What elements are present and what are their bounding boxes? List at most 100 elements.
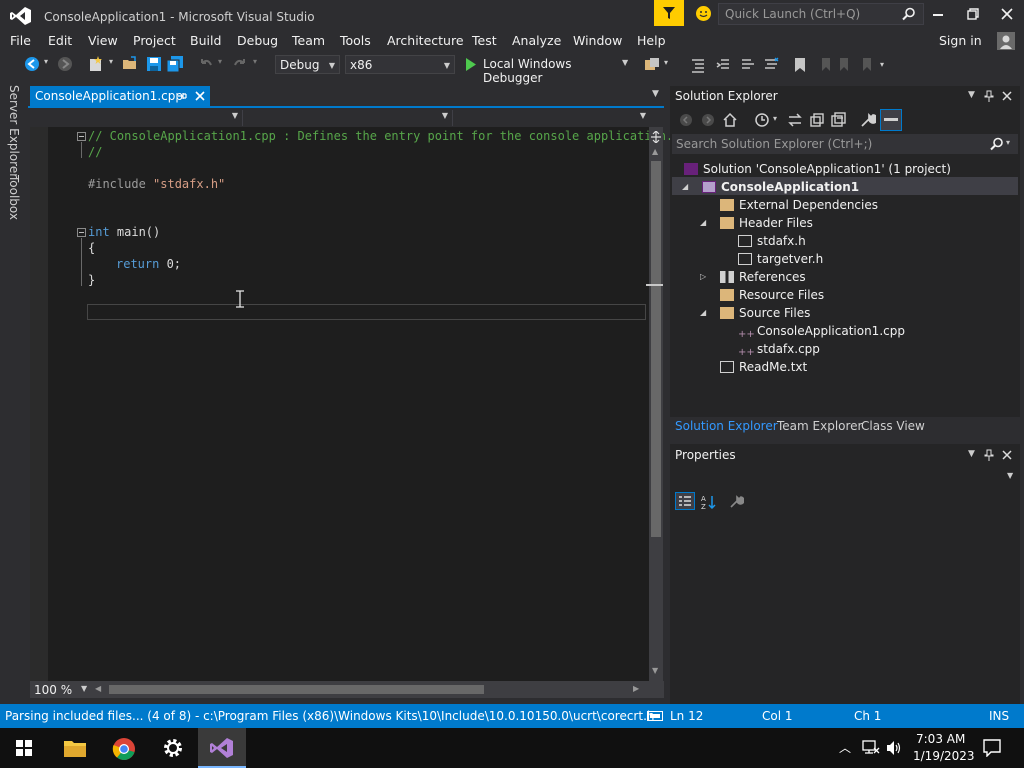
format-document-icon[interactable] xyxy=(690,57,706,73)
tree-targetver-h[interactable]: targetver.h xyxy=(738,250,823,268)
undo-icon[interactable] xyxy=(198,56,214,72)
menu-test[interactable]: Test xyxy=(472,33,497,48)
split-editor-icon[interactable] xyxy=(651,131,661,143)
alphabetical-sort-icon[interactable]: AZ xyxy=(701,494,717,510)
overflow-dropdown-icon[interactable]: ▾ xyxy=(664,58,668,67)
show-hidden-icons-icon[interactable]: ︿ xyxy=(839,739,851,756)
expand-icon[interactable]: ◢ xyxy=(682,182,688,191)
vertical-scroll-thumb[interactable] xyxy=(651,161,661,537)
pending-changes-filter-icon[interactable] xyxy=(754,112,770,128)
scope-dropdown[interactable]: ▼ xyxy=(244,110,453,126)
previous-bookmark-icon[interactable] xyxy=(816,57,832,73)
tree-stdafx-cpp[interactable]: ++ stdafx.cpp xyxy=(738,340,820,358)
tree-resource-files[interactable]: Resource Files xyxy=(720,286,824,304)
code-editor[interactable]: // ConsoleApplication1.cpp : Defines the… xyxy=(30,127,673,681)
save-icon[interactable] xyxy=(146,56,162,72)
glyph-margin[interactable] xyxy=(30,127,48,681)
scroll-up-icon[interactable]: ▲ xyxy=(652,147,658,156)
refresh-icon[interactable] xyxy=(809,112,825,128)
new-dropdown-icon[interactable]: ▾ xyxy=(109,57,113,66)
outline-collapse-icon[interactable] xyxy=(77,132,86,141)
search-icon[interactable] xyxy=(902,7,916,21)
clock-time[interactable]: 7:03 AM xyxy=(916,732,965,746)
quick-launch-input[interactable]: Quick Launch (Ctrl+Q) xyxy=(718,3,924,25)
close-panel-icon[interactable] xyxy=(1002,91,1012,101)
search-options-icon[interactable]: ▾ xyxy=(1006,138,1010,147)
horizontal-scroll-thumb[interactable] xyxy=(109,685,484,694)
tab-solution-explorer[interactable]: Solution Explorer xyxy=(675,419,778,433)
tree-solution[interactable]: Solution 'ConsoleApplication1' (1 projec… xyxy=(684,160,951,178)
toolbar-options-icon[interactable]: ▾ xyxy=(880,60,884,69)
sign-in-link[interactable]: Sign in xyxy=(939,33,982,48)
solution-platform-select[interactable]: x86 ▼ xyxy=(345,55,455,74)
next-bookmark-icon[interactable] xyxy=(838,57,854,73)
property-pages-wrench-icon[interactable] xyxy=(730,494,744,508)
undo-dropdown-icon[interactable]: ▾ xyxy=(218,57,222,66)
menu-team[interactable]: Team xyxy=(292,33,325,48)
tab-class-view[interactable]: Class View xyxy=(861,419,925,433)
search-icon[interactable] xyxy=(990,137,1004,151)
insert-mode[interactable]: INS xyxy=(989,709,1009,723)
object-selector-dropdown[interactable]: ▼ xyxy=(672,468,1018,486)
tree-header-files[interactable]: Header Files xyxy=(720,214,813,232)
close-panel-icon[interactable] xyxy=(1002,450,1012,460)
taskbar-visual-studio[interactable] xyxy=(198,728,246,768)
menu-analyze[interactable]: Analyze xyxy=(512,33,561,48)
collapse-all-icon[interactable] xyxy=(831,112,847,128)
tab-consoleapplication1-cpp[interactable]: ConsoleApplication1.cpp xyxy=(30,86,210,106)
navigate-forward-icon[interactable] xyxy=(57,56,73,72)
solution-configuration-select[interactable]: Debug ▼ xyxy=(275,55,340,74)
menu-build[interactable]: Build xyxy=(190,33,221,48)
sync-with-active-document-icon[interactable] xyxy=(787,112,803,128)
minimize-icon[interactable] xyxy=(933,14,943,16)
back-icon[interactable] xyxy=(679,113,693,127)
smiley-feedback-icon[interactable] xyxy=(695,5,712,22)
pin-tab-icon[interactable] xyxy=(177,91,187,101)
member-dropdown[interactable]: ▼ xyxy=(454,110,650,126)
start-debugging-button[interactable]: Local Windows Debugger ▼ xyxy=(462,55,634,85)
solution-explorer-search[interactable]: Search Solution Explorer (Ctrl+;) ▾ xyxy=(672,134,1018,154)
menu-project[interactable]: Project xyxy=(133,33,176,48)
menu-tools[interactable]: Tools xyxy=(340,33,371,48)
tree-source-files[interactable]: Source Files xyxy=(720,304,810,322)
volume-icon[interactable] xyxy=(886,740,902,756)
zoom-level[interactable]: 100 % xyxy=(34,683,72,697)
tab-team-explorer[interactable]: Team Explorer xyxy=(777,419,863,433)
uncomment-lines-icon[interactable] xyxy=(763,57,779,73)
active-files-dropdown-icon[interactable]: ▼ xyxy=(652,89,659,99)
bookmark-icon[interactable] xyxy=(793,57,807,73)
scroll-down-icon[interactable]: ▼ xyxy=(652,666,658,675)
pin-panel-icon[interactable] xyxy=(984,449,994,461)
menu-file[interactable]: File xyxy=(10,33,31,48)
editor-vertical-scrollbar[interactable]: ▲ ▼ xyxy=(646,127,663,681)
redo-icon[interactable] xyxy=(232,56,248,72)
taskbar-file-explorer[interactable] xyxy=(50,728,98,768)
tree-project[interactable]: ConsoleApplication1 xyxy=(702,178,859,196)
forward-icon[interactable] xyxy=(701,113,715,127)
taskbar-settings[interactable] xyxy=(149,728,197,768)
preview-selected-items-button[interactable] xyxy=(880,109,902,131)
panel-options-icon[interactable]: ▼ xyxy=(968,449,975,459)
project-dropdown[interactable]: ▼ xyxy=(30,110,243,126)
scroll-left-icon[interactable]: ◀ xyxy=(95,684,101,693)
navigate-back-icon[interactable] xyxy=(24,56,40,72)
tree-external-dependencies[interactable]: External Dependencies xyxy=(720,196,878,214)
start-button[interactable] xyxy=(0,728,48,768)
menu-help[interactable]: Help xyxy=(637,33,666,48)
properties-wrench-icon[interactable] xyxy=(860,112,876,128)
menu-debug[interactable]: Debug xyxy=(237,33,278,48)
close-window-icon[interactable] xyxy=(1001,8,1013,20)
feedback-button[interactable] xyxy=(654,0,684,26)
tree-consoleapplication1-cpp[interactable]: ++ ConsoleApplication1.cpp xyxy=(738,322,905,340)
open-folder-icon[interactable] xyxy=(122,56,138,72)
expand-icon[interactable]: ◢ xyxy=(700,308,706,317)
save-all-icon[interactable] xyxy=(167,56,183,72)
menu-architecture[interactable]: Architecture xyxy=(387,33,464,48)
clock-date[interactable]: 1/19/2023 xyxy=(913,749,975,763)
restore-icon[interactable] xyxy=(967,8,979,20)
back-dropdown-icon[interactable]: ▾ xyxy=(44,57,48,66)
pin-panel-icon[interactable] xyxy=(984,90,994,102)
network-icon[interactable] xyxy=(862,740,880,756)
expand-icon[interactable]: ◢ xyxy=(700,218,706,227)
new-project-icon[interactable] xyxy=(88,56,104,72)
